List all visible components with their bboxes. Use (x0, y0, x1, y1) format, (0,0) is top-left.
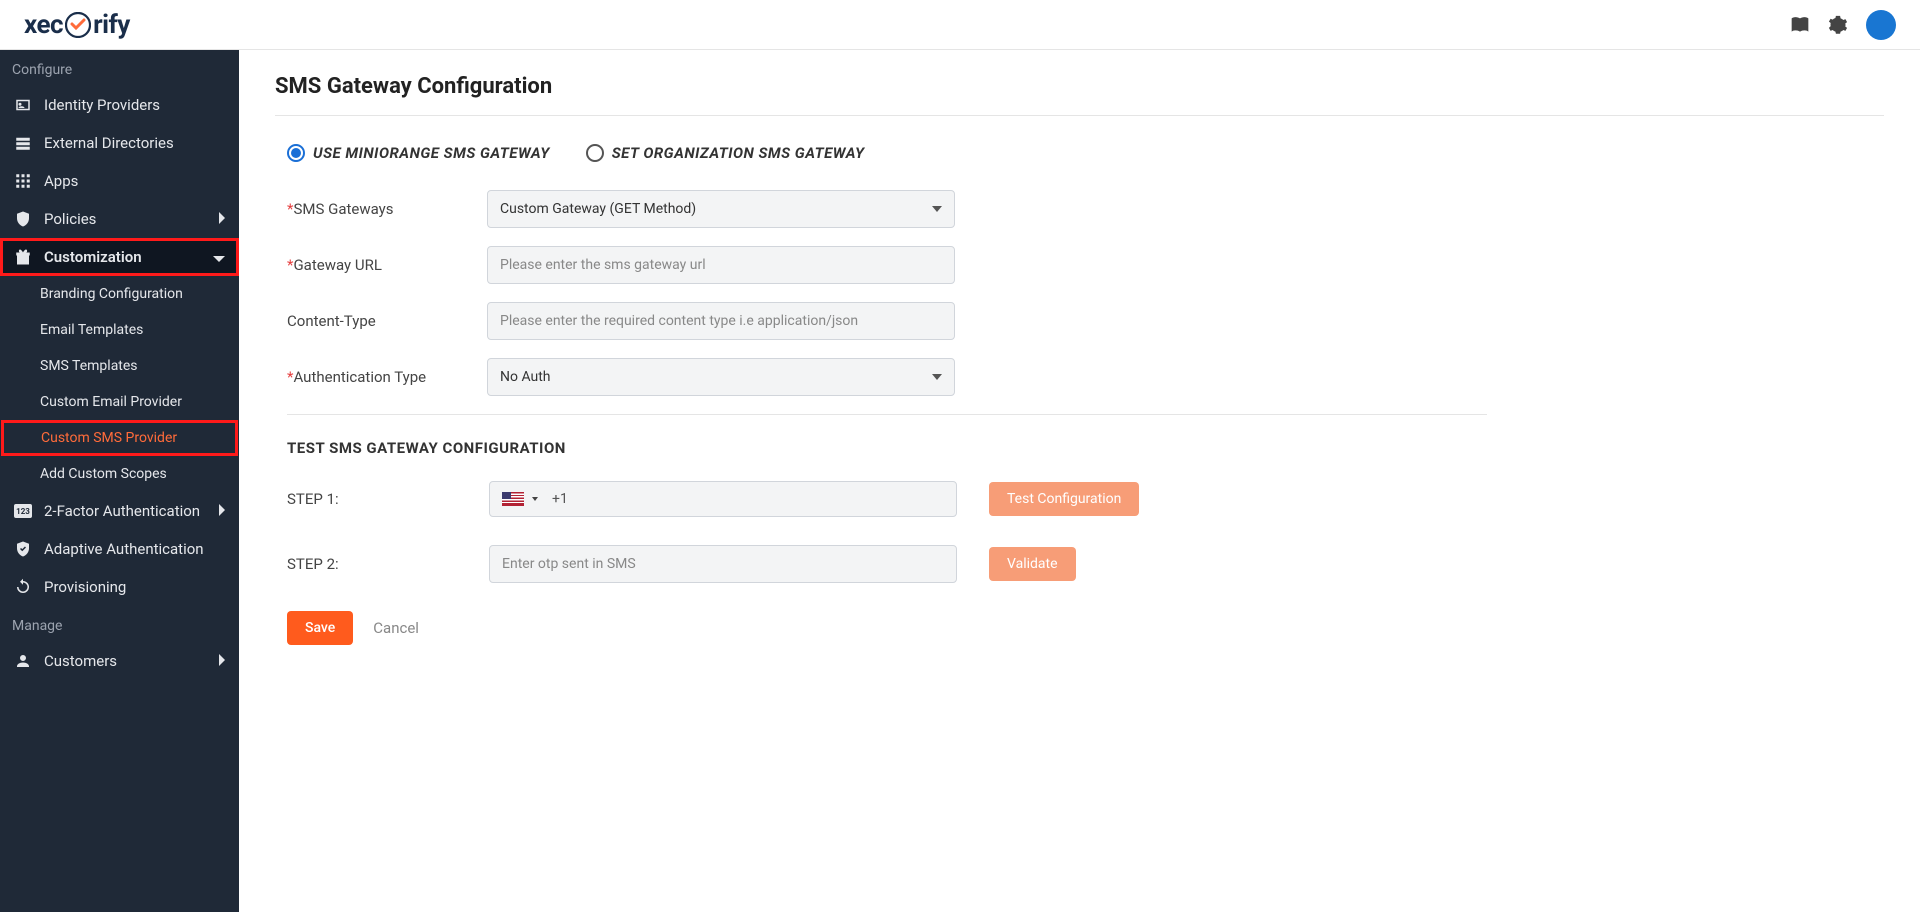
sidebar-item-label: Provisioning (44, 578, 126, 596)
radio-use-miniorange[interactable]: USE MINIORANGE SMS GATEWAY (287, 144, 550, 162)
sidebar-sub-email-templates[interactable]: Email Templates (0, 312, 239, 348)
sidebar-item-customers[interactable]: Customers (0, 642, 239, 680)
sidebar-item-label: Policies (44, 210, 96, 228)
test-configuration-button[interactable]: Test Configuration (989, 482, 1139, 516)
validate-button[interactable]: Validate (989, 547, 1076, 581)
logo-shield-icon (65, 12, 91, 38)
sidebar: Configure Identity Providers External Di… (0, 50, 239, 912)
step-label: STEP 2: (287, 555, 457, 573)
layout: Configure Identity Providers External Di… (0, 50, 1920, 912)
chevron-right-icon (217, 502, 225, 520)
sidebar-item-label: Apps (44, 172, 78, 190)
sync-icon (14, 578, 32, 596)
id-card-icon (14, 96, 32, 114)
radio-icon (287, 144, 305, 162)
svg-text:123: 123 (16, 507, 30, 516)
sidebar-item-label: Adaptive Authentication (44, 540, 204, 558)
phone-input[interactable]: +1 (489, 481, 957, 517)
test-section-heading: TEST SMS GATEWAY CONFIGURATION (287, 439, 1487, 457)
cancel-button[interactable]: Cancel (373, 619, 419, 637)
sidebar-item-2fa[interactable]: 123 2-Factor Authentication (0, 492, 239, 530)
sidebar-item-apps[interactable]: Apps (0, 162, 239, 200)
radio-row: USE MINIORANGE SMS GATEWAY SET ORGANIZAT… (287, 144, 1884, 162)
sidebar-item-label: 2-Factor Authentication (44, 502, 200, 520)
test-row-step1: STEP 1: +1 Test Configuration (287, 481, 1487, 517)
sidebar-sub-add-custom-scopes[interactable]: Add Custom Scopes (0, 456, 239, 492)
grid-icon (14, 172, 32, 190)
logo: xec rify (24, 10, 130, 40)
section-header-manage: Manage (0, 606, 239, 642)
form-row-content-type: Content-Type (287, 302, 1487, 340)
form-row-gateway-url: *Gateway URL (287, 246, 1487, 284)
gift-icon (14, 248, 32, 266)
sms-gateways-select[interactable]: Custom Gateway (GET Method) (487, 190, 955, 228)
save-button[interactable]: Save (287, 611, 353, 645)
book-icon[interactable] (1790, 15, 1810, 35)
form-row-sms-gateways: *SMS Gateways Custom Gateway (GET Method… (287, 190, 1487, 228)
sidebar-item-label: Customers (44, 652, 117, 670)
shield-check-icon (14, 540, 32, 558)
divider (287, 414, 1487, 415)
content: SMS Gateway Configuration USE MINIORANGE… (239, 50, 1920, 912)
topbar: xec rify (0, 0, 1920, 50)
sidebar-item-customization[interactable]: Customization (0, 238, 239, 276)
sidebar-item-label: External Directories (44, 134, 174, 152)
chevron-right-icon (217, 210, 225, 228)
form-label: Content-Type (287, 312, 487, 330)
radio-icon (586, 144, 604, 162)
chevron-right-icon (217, 652, 225, 670)
sidebar-sub-branding[interactable]: Branding Configuration (0, 276, 239, 312)
radio-set-organization[interactable]: SET ORGANIZATION SMS GATEWAY (586, 144, 865, 162)
sidebar-item-external-directories[interactable]: External Directories (0, 124, 239, 162)
topbar-right (1790, 10, 1896, 40)
dial-code: +1 (552, 491, 568, 507)
logo-text-2: rify (93, 10, 130, 40)
form-row-auth-type: *Authentication Type No Auth (287, 358, 1487, 396)
step-label: STEP 1: (287, 490, 457, 508)
person-icon (14, 652, 32, 670)
form-area: *SMS Gateways Custom Gateway (GET Method… (287, 190, 1487, 645)
chevron-down-icon (213, 248, 225, 266)
radio-label: SET ORGANIZATION SMS GATEWAY (612, 144, 865, 162)
flag-icon (502, 492, 524, 506)
chevron-down-icon (532, 497, 538, 501)
sidebar-sub-custom-sms-provider[interactable]: Custom SMS Provider (1, 420, 238, 456)
radio-label: USE MINIORANGE SMS GATEWAY (313, 144, 550, 162)
form-label: *Gateway URL (287, 256, 487, 274)
sidebar-item-adaptive-auth[interactable]: Adaptive Authentication (0, 530, 239, 568)
sidebar-item-label: Identity Providers (44, 96, 160, 114)
auth-type-select[interactable]: No Auth (487, 358, 955, 396)
section-header-configure: Configure (0, 50, 239, 86)
form-label: *Authentication Type (287, 368, 487, 386)
code-icon: 123 (14, 502, 32, 520)
test-row-step2: STEP 2: Validate (287, 545, 1487, 583)
sidebar-sub-sms-templates[interactable]: SMS Templates (0, 348, 239, 384)
divider (275, 115, 1884, 116)
gateway-url-input[interactable] (487, 246, 955, 284)
sidebar-sub-custom-email-provider[interactable]: Custom Email Provider (0, 384, 239, 420)
avatar[interactable] (1866, 10, 1896, 40)
sidebar-item-label: Customization (44, 248, 142, 266)
shield-icon (14, 210, 32, 228)
logo-text-1: xec (24, 10, 63, 40)
actions: Save Cancel (287, 611, 1487, 645)
list-icon (14, 134, 32, 152)
content-type-input[interactable] (487, 302, 955, 340)
sidebar-item-policies[interactable]: Policies (0, 200, 239, 238)
sidebar-item-identity-providers[interactable]: Identity Providers (0, 86, 239, 124)
page-title: SMS Gateway Configuration (275, 74, 1884, 99)
form-label: *SMS Gateways (287, 200, 487, 218)
sidebar-item-provisioning[interactable]: Provisioning (0, 568, 239, 606)
otp-input[interactable] (489, 545, 957, 583)
gear-icon[interactable] (1828, 15, 1848, 35)
